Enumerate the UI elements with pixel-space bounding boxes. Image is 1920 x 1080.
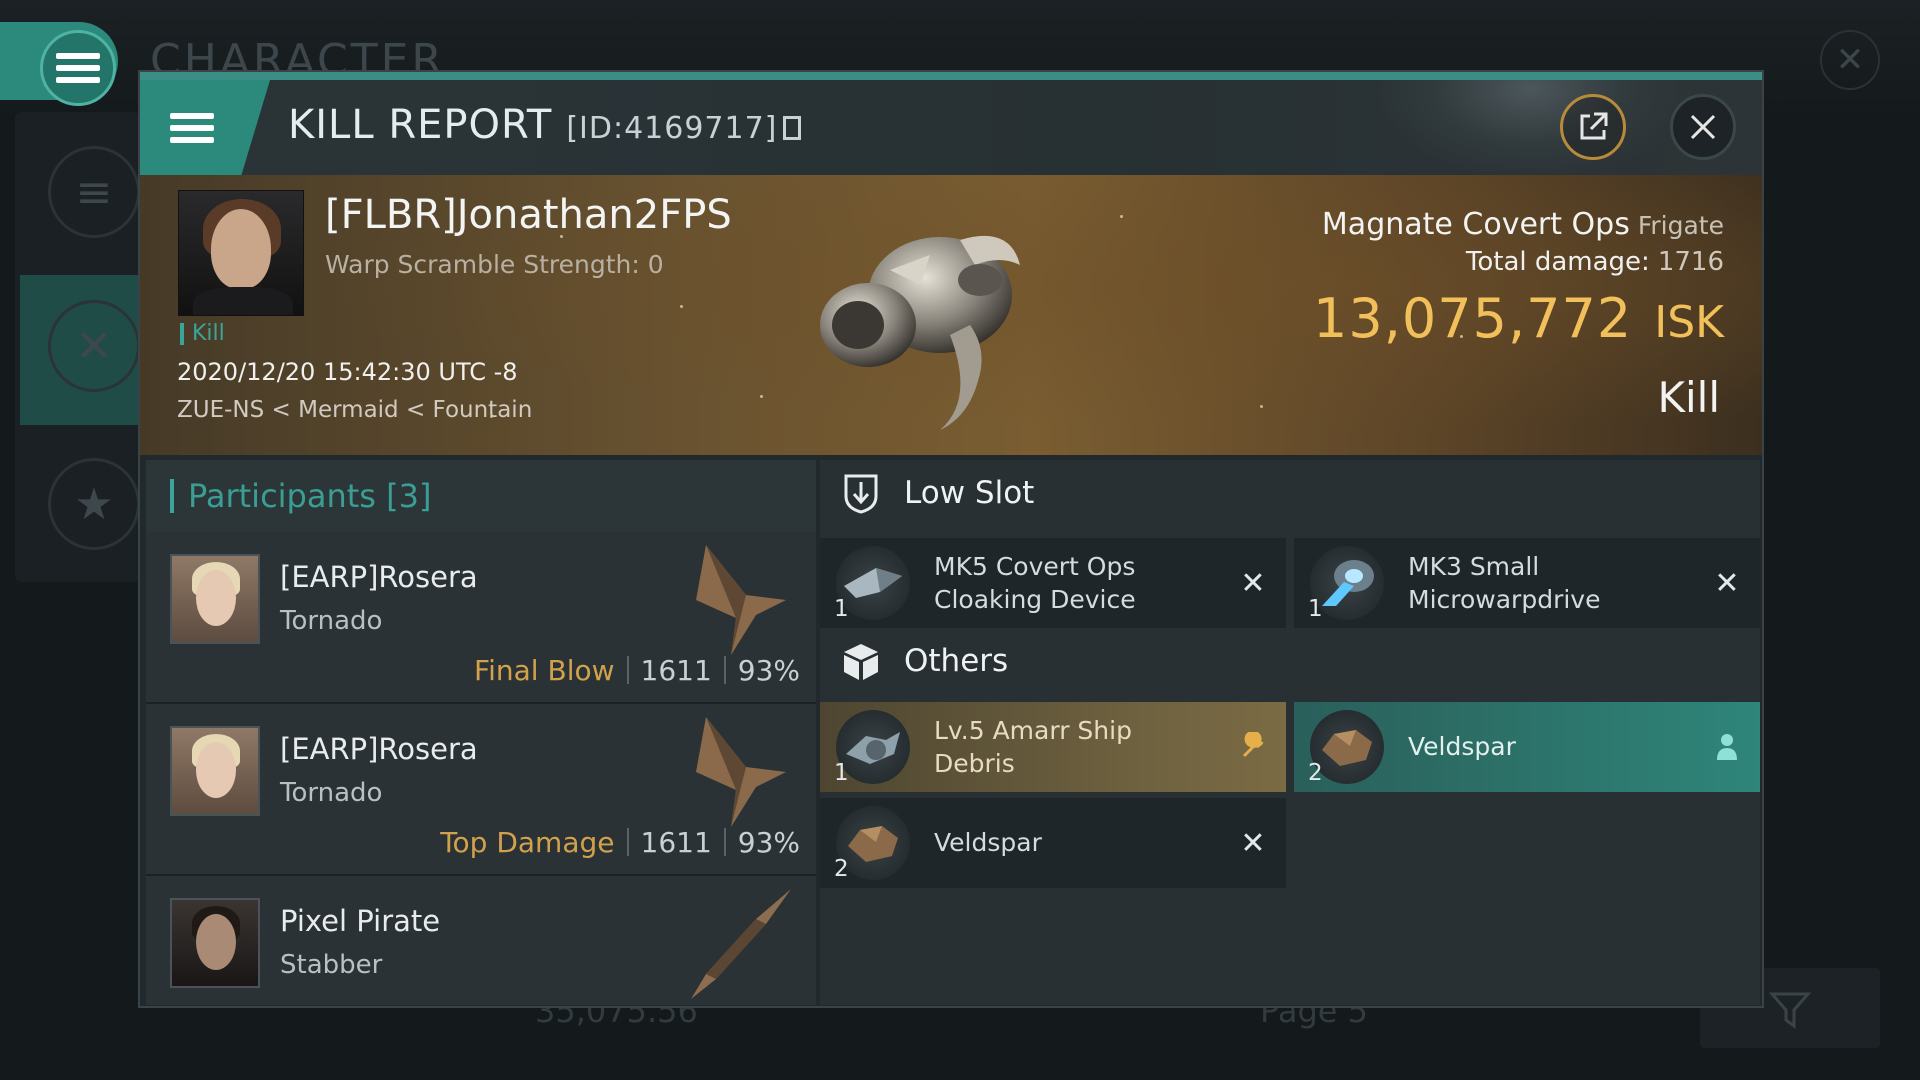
item-quantity: 2 bbox=[1308, 760, 1323, 786]
participant-avatar[interactable] bbox=[170, 554, 260, 644]
item-card[interactable]: 1 MK5 Covert Ops Cloaking Device ✕ bbox=[820, 538, 1286, 628]
item-quantity: 1 bbox=[1308, 596, 1323, 622]
copy-icon[interactable] bbox=[783, 116, 802, 140]
participant-ship-image bbox=[696, 717, 786, 827]
participants-header[interactable]: Participants [3] bbox=[146, 460, 816, 532]
crossed-swords-icon[interactable]: ✕ bbox=[48, 300, 140, 392]
item-name-line1: MK5 Covert Ops bbox=[934, 552, 1136, 581]
participant-percent: 93% bbox=[737, 654, 800, 687]
participant-ship: Tornado bbox=[280, 778, 383, 808]
close-icon bbox=[1690, 114, 1716, 140]
participant-name: [EARP]Rosera bbox=[280, 560, 478, 594]
participant-row[interactable]: [EARP]Rosera Tornado Top Damage 1611 93% bbox=[146, 704, 816, 876]
warp-scramble-strength: Warp Scramble Strength: 0 bbox=[325, 250, 664, 279]
list-icon[interactable]: ≡ bbox=[48, 146, 140, 238]
participant-row[interactable]: Pixel Pirate Stabber bbox=[146, 876, 816, 1005]
participant-ship: Stabber bbox=[280, 950, 383, 980]
participants-panel: Participants [3] [EARP]Rosera Tornado Fi… bbox=[146, 460, 816, 1005]
item-card[interactable]: 2 Veldspar bbox=[1294, 702, 1760, 792]
isk-value: 13,075,772 ISK bbox=[1313, 287, 1724, 350]
item-quantity: 1 bbox=[834, 760, 849, 786]
total-damage: Total damage: 1716 bbox=[1466, 247, 1724, 277]
low-slot-icon bbox=[840, 472, 882, 514]
close-button[interactable] bbox=[1670, 94, 1736, 160]
participant-avatar[interactable] bbox=[170, 898, 260, 988]
filter-icon bbox=[1768, 992, 1812, 1029]
participant-percent: 93% bbox=[737, 826, 800, 859]
modal-menu-button[interactable] bbox=[140, 80, 270, 175]
participant-ship: Tornado bbox=[280, 606, 383, 636]
modal-header: KILL REPORT [ID:4169717] bbox=[140, 80, 1762, 175]
background-close-button[interactable]: ✕ bbox=[1820, 30, 1880, 90]
kill-tag: Kill bbox=[180, 323, 225, 345]
victim-avatar[interactable] bbox=[178, 190, 304, 316]
participant-role: Top Damage bbox=[440, 826, 615, 859]
victim-ship-image bbox=[820, 235, 1020, 430]
participant-stats: Final Blow 1611 93% bbox=[474, 654, 800, 687]
x-icon: ✕ bbox=[1240, 825, 1266, 861]
background-menu-button[interactable] bbox=[40, 30, 116, 106]
item-name-line1: Veldspar bbox=[1408, 732, 1516, 761]
participant-avatar[interactable] bbox=[170, 726, 260, 816]
low-slot-label: Low Slot bbox=[904, 475, 1035, 511]
isk-unit: ISK bbox=[1654, 297, 1724, 348]
participant-damage: 1611 bbox=[640, 826, 712, 859]
participant-name: [EARP]Rosera bbox=[280, 732, 478, 766]
participant-damage: 1611 bbox=[640, 654, 712, 687]
victim-ship-type: Magnate Covert Ops bbox=[1321, 207, 1630, 242]
item-name-line2: Cloaking Device bbox=[934, 585, 1136, 614]
item-card[interactable]: 2 Veldspar ✕ bbox=[820, 798, 1286, 888]
participant-ship-image bbox=[696, 545, 786, 655]
others-section-header: Others bbox=[820, 628, 1760, 694]
kill-report-modal: KILL REPORT[ID:4169717] [FLBR]Jonathan2 bbox=[138, 70, 1764, 1008]
cargo-box-icon bbox=[840, 640, 882, 682]
victim-ship-class: Frigate bbox=[1637, 211, 1724, 240]
kill-location: ZUE-NS < Mermaid < Fountain bbox=[177, 397, 533, 423]
total-damage-label: Total damage: bbox=[1465, 247, 1650, 277]
wrench-icon bbox=[1236, 730, 1270, 764]
isk-amount: 13,075,772 bbox=[1313, 287, 1633, 350]
item-quantity: 1 bbox=[834, 596, 849, 622]
person-icon bbox=[1710, 730, 1744, 764]
low-slot-section-header: Low Slot bbox=[820, 460, 1760, 526]
item-name-line1: Lv.5 Amarr Ship bbox=[934, 716, 1132, 745]
item-name-line2: Debris bbox=[934, 749, 1015, 778]
participant-stats: Top Damage 1611 93% bbox=[440, 826, 800, 859]
hamburger-icon bbox=[56, 47, 100, 89]
victim-name[interactable]: [FLBR]Jonathan2FPS bbox=[325, 192, 732, 238]
modal-title: KILL REPORT [ID:4169717] bbox=[288, 102, 802, 148]
victim-ship-name[interactable]: Magnate Covert Ops Frigate bbox=[1322, 207, 1724, 242]
participant-name: Pixel Pirate bbox=[280, 904, 441, 938]
participant-row[interactable]: [EARP]Rosera Tornado Final Blow 1611 93% bbox=[146, 532, 816, 704]
participant-ship-image bbox=[691, 889, 791, 999]
victim-banner: [FLBR]Jonathan2FPS Warp Scramble Strengt… bbox=[140, 175, 1762, 455]
modal-accent-line bbox=[140, 72, 1762, 80]
item-quantity: 2 bbox=[834, 856, 849, 882]
others-label: Others bbox=[904, 643, 1009, 679]
item-name-line1: Veldspar bbox=[934, 828, 1042, 857]
item-card[interactable]: 1 Lv.5 Amarr Ship Debris bbox=[820, 702, 1286, 792]
item-name-line1: MK3 Small bbox=[1408, 552, 1540, 581]
total-damage-value: 1716 bbox=[1657, 247, 1724, 277]
hamburger-icon bbox=[170, 107, 214, 149]
share-button[interactable] bbox=[1560, 94, 1626, 160]
items-panel: Low Slot 1 MK5 Covert Ops Cloaking Devic… bbox=[820, 460, 1760, 1005]
x-icon: ✕ bbox=[1240, 565, 1266, 601]
item-card[interactable]: 1 MK3 Small Microwarpdrive ✕ bbox=[1294, 538, 1760, 628]
participant-role: Final Blow bbox=[474, 654, 615, 687]
header-planet-art bbox=[1380, 80, 1680, 175]
modal-title-text: KILL REPORT bbox=[288, 102, 553, 148]
x-icon: ✕ bbox=[1714, 565, 1740, 601]
kill-datetime: 2020/12/20 15:42:30 UTC -8 bbox=[177, 358, 518, 386]
item-name-line2: Microwarpdrive bbox=[1408, 585, 1601, 614]
star-icon[interactable]: ★ bbox=[48, 458, 140, 550]
kill-id: [ID:4169717] bbox=[566, 111, 778, 146]
result-label: Kill bbox=[1657, 373, 1720, 422]
share-icon bbox=[1580, 112, 1608, 140]
